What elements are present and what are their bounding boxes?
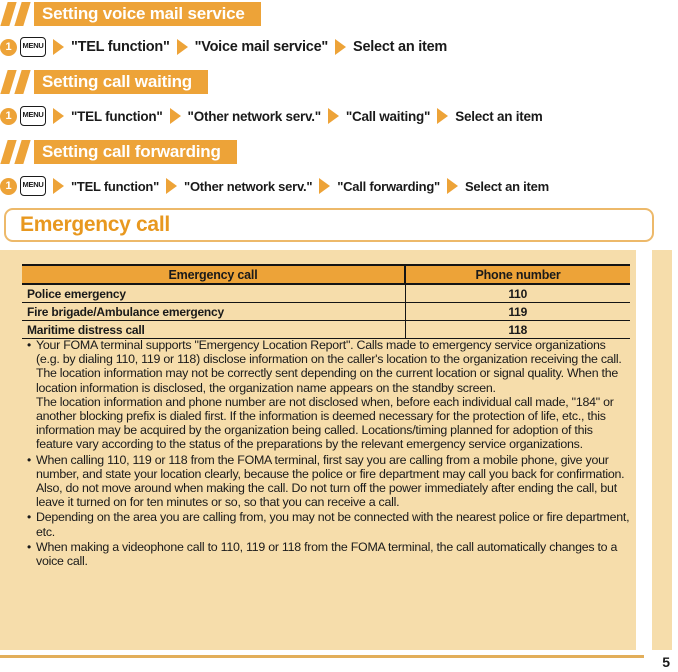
double-slash-icon [0,70,34,94]
step-number-badge: 1 [0,107,17,125]
note-paragraph: Depending on the area you are calling fr… [36,510,630,539]
list-item: • Your FOMA terminal supports "Emergency… [22,338,630,452]
section-header-label: Setting call waiting [34,70,208,94]
table-row: Police emergency 110 [22,284,630,303]
table-cell-number: 110 [405,284,630,303]
arrow-right-icon [169,108,181,124]
note-body: Depending on the area you are calling fr… [36,510,630,538]
double-slash-icon [0,140,34,164]
table-header-phone-number: Phone number [405,264,630,285]
arrow-right-icon [53,108,64,124]
table-cell-service: Fire brigade/Ambulance emergency [22,302,406,321]
step-item-4: Select an item [455,108,543,124]
notes-list: • Your FOMA terminal supports "Emergency… [22,338,630,569]
arrow-right-icon [335,39,347,55]
bullet-icon: • [27,510,31,525]
step-item-2: "Other network serv." [184,178,313,194]
section-header-voice-mail: Setting voice mail service [0,2,261,26]
bullet-icon: • [27,452,31,467]
step-item-3: Select an item [353,39,448,55]
note-paragraph: When calling 110, 119 or 118 from the FO… [36,452,625,510]
arrow-right-icon [53,178,64,194]
arrow-right-icon [319,178,331,194]
note-paragraph: When making a videophone call to 110, 11… [36,539,618,569]
list-item: • When calling 110, 119 or 118 from the … [22,453,630,510]
table-header-row: Emergency call Phone number [22,264,630,285]
bottom-divider [0,655,644,658]
note-paragraph: Your FOMA terminal supports "Emergency L… [36,338,622,395]
emergency-call-title-box: Emergency call [4,208,654,242]
table-cell-service: Maritime distress call [22,320,406,339]
arrow-right-icon [446,178,458,194]
step-item-3: "Call waiting" [345,108,431,124]
table-row: Fire brigade/Ambulance emergency 119 [22,302,630,321]
menu-key-icon[interactable]: MENU [20,37,46,57]
step-row-call-forwarding: 1 MENU "TEL function" "Other network ser… [0,175,549,197]
page-number: 5 [662,654,670,670]
table-cell-number: 118 [405,320,630,339]
arrow-right-icon [327,108,339,124]
emergency-call-table: Emergency call Phone number Police emerg… [22,264,630,339]
note-body: When making a videophone call to 110, 11… [36,540,630,568]
table-header-emergency-call: Emergency call [22,264,407,285]
arrow-right-icon [176,39,188,55]
section-header-label: Setting voice mail service [34,2,261,26]
step-item-1: "TEL function" [71,108,163,124]
bullet-icon: • [27,539,31,554]
double-slash-icon [0,2,34,26]
page-title: Emergency call [20,213,170,236]
section-header-call-forwarding: Setting call forwarding [0,140,237,164]
table-cell-number: 119 [405,302,630,321]
section-header-call-waiting: Setting call waiting [0,70,208,94]
arrow-right-icon [53,39,64,55]
step-item-2: "Voice mail service" [194,39,329,55]
step-number-badge: 1 [0,38,17,56]
step-item-1: "TEL function" [71,178,160,194]
list-item: • When making a videophone call to 110, … [22,540,630,568]
step-number-badge: 1 [0,177,17,195]
table-row: Maritime distress call 118 [22,320,630,339]
bullet-icon: • [27,338,31,352]
content-panel: Emergency call Phone number Police emerg… [0,250,644,650]
step-row-voice-mail: 1 MENU "TEL function" "Voice mail servic… [0,36,447,58]
arrow-right-icon [166,178,178,194]
note-body: Your FOMA terminal supports "Emergency L… [36,338,630,452]
step-item-4: Select an item [464,178,549,194]
list-item: • Depending on the area you are calling … [22,510,630,538]
step-row-call-waiting: 1 MENU "TEL function" "Other network ser… [0,105,543,127]
step-item-2: "Other network serv." [187,108,322,124]
menu-key-icon[interactable]: MENU [20,176,46,196]
step-item-3: "Call forwarding" [337,178,440,194]
section-header-label: Setting call forwarding [34,140,237,164]
note-paragraph: The location information and phone numbe… [36,394,614,452]
menu-key-icon[interactable]: MENU [20,106,46,126]
step-item-1: "TEL function" [71,39,170,55]
side-tab-marker [652,250,672,650]
arrow-right-icon [437,108,449,124]
note-body: When calling 110, 119 or 118 from the FO… [36,453,630,510]
table-cell-service: Police emergency [22,284,406,303]
